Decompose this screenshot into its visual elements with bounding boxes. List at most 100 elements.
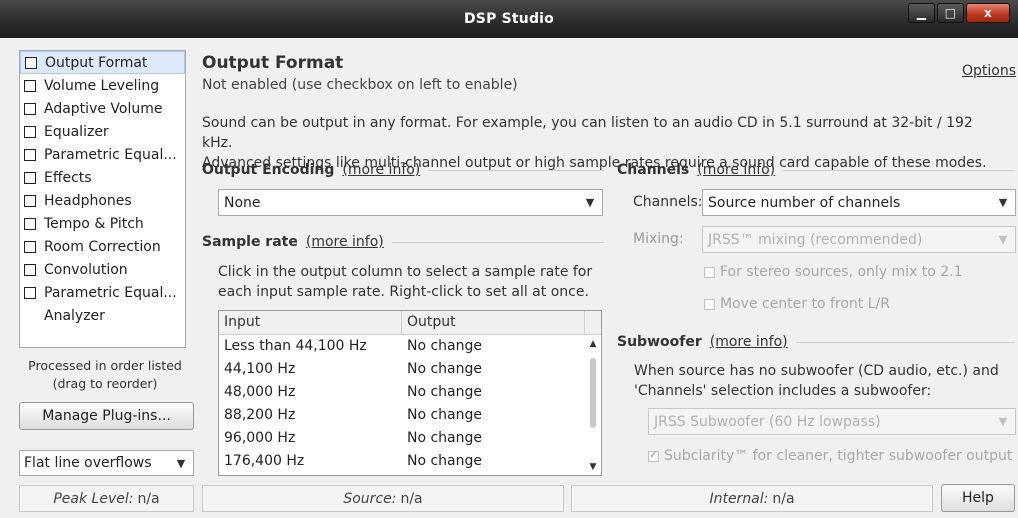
plugin-list-item-label: Volume Leveling bbox=[44, 77, 160, 94]
mixing-value: JRSS™ mixing (recommended) bbox=[708, 231, 923, 248]
chevron-down-icon[interactable]: ▼ bbox=[991, 227, 1015, 252]
chevron-down-icon[interactable]: ▼ bbox=[991, 409, 1015, 434]
overflow-mode-select[interactable]: Flat line overflows ▼ bbox=[19, 450, 194, 476]
mixing-label: Mixing: bbox=[633, 231, 684, 247]
subwoofer-more-info-link[interactable]: (more info) bbox=[710, 334, 788, 350]
subwoofer-select[interactable]: JRSS Subwoofer (60 Hz lowpass) ▼ bbox=[648, 408, 1016, 435]
plugin-enable-checkbox[interactable] bbox=[24, 194, 36, 207]
sample-rate-header: Sample rate (more info) bbox=[202, 234, 604, 250]
divider bbox=[391, 241, 604, 243]
output-rate-cell[interactable]: No change bbox=[402, 358, 585, 381]
plugin-enable-checkbox[interactable] bbox=[24, 263, 36, 276]
subclarity-checkbox[interactable] bbox=[648, 448, 659, 462]
description-line1: Sound can be output in any format. For e… bbox=[202, 115, 973, 151]
output-rate-cell[interactable]: No change bbox=[402, 404, 585, 427]
plugin-list-item-label: Parametric Equal... bbox=[44, 146, 177, 163]
plugin-enable-checkbox[interactable] bbox=[24, 79, 36, 92]
stereo-mix-checkbox[interactable] bbox=[704, 266, 715, 278]
output-rate-cell[interactable]: No change bbox=[402, 450, 585, 473]
plugin-list-item[interactable]: Effects bbox=[20, 166, 185, 189]
plugin-enable-checkbox[interactable] bbox=[24, 286, 36, 299]
scroll-up-icon[interactable]: ▲ bbox=[585, 336, 601, 352]
help-button[interactable]: Help bbox=[941, 484, 1015, 512]
plugin-list-item[interactable]: Output Format bbox=[20, 51, 185, 74]
table-row[interactable]: 96,000 Hz No change bbox=[219, 427, 601, 450]
subclarity-checkbox-row[interactable]: Subclarity™ for cleaner, tighter subwoof… bbox=[648, 448, 1012, 464]
channels-label: Channels: bbox=[633, 194, 703, 210]
chevron-down-icon[interactable]: ▼ bbox=[169, 451, 193, 475]
output-encoding-select[interactable]: None ▼ bbox=[218, 189, 603, 216]
plugin-list-item[interactable]: Volume Leveling bbox=[20, 74, 185, 97]
stereo-mix-label: For stereo sources, only mix to 2.1 bbox=[720, 264, 963, 280]
scroll-thumb[interactable] bbox=[590, 358, 596, 428]
peak-level-label: Peak Level: bbox=[53, 490, 134, 507]
chevron-down-icon[interactable]: ▼ bbox=[578, 190, 602, 215]
plugin-enable-checkbox[interactable] bbox=[24, 171, 36, 184]
output-encoding-more-info-link[interactable]: (more info) bbox=[342, 162, 420, 178]
channels-select[interactable]: Source number of channels ▼ bbox=[702, 189, 1016, 216]
subwoofer-desc-line1: When source has no subwoofer (CD audio, … bbox=[634, 363, 999, 379]
sample-rate-desc-line2: each input sample rate. Right-click to s… bbox=[218, 284, 589, 300]
channels-more-info-link[interactable]: (more info) bbox=[697, 162, 775, 178]
source-status: Source: n/a bbox=[202, 485, 564, 512]
plugin-list-item-label: Equalizer bbox=[44, 123, 109, 140]
scroll-down-icon[interactable]: ▼ bbox=[585, 459, 601, 475]
sample-rate-table[interactable]: Input Output Less than 44,100 Hz No chang… bbox=[218, 310, 602, 476]
sample-rate-description: Click in the output column to select a s… bbox=[218, 262, 598, 302]
subwoofer-description: When source has no subwoofer (CD audio, … bbox=[634, 361, 1004, 401]
divider bbox=[795, 341, 1015, 343]
table-scrollbar[interactable]: ▲ ▼ bbox=[585, 336, 601, 475]
plugin-enable-checkbox[interactable] bbox=[25, 56, 37, 69]
table-row[interactable]: 176,400 Hz No change bbox=[219, 450, 601, 473]
close-button[interactable]: x bbox=[966, 3, 1010, 23]
input-rate-cell: 176,400 Hz bbox=[224, 453, 305, 469]
plugin-list-item[interactable]: Convolution bbox=[20, 258, 185, 281]
plugin-list-item[interactable]: Room Correction bbox=[20, 235, 185, 258]
peak-level-status: Peak Level: n/a bbox=[19, 485, 194, 512]
plugin-enable-checkbox[interactable] bbox=[24, 217, 36, 230]
title-bar: DSP Studio ▁ □ x bbox=[0, 0, 1018, 38]
table-row[interactable]: 48,000 Hz No change bbox=[219, 381, 601, 404]
plugin-enable-checkbox[interactable] bbox=[24, 240, 36, 253]
channels-header: Channels (more info) bbox=[617, 162, 1015, 178]
plugin-enable-checkbox[interactable] bbox=[24, 102, 36, 115]
table-row[interactable]: 88,200 Hz No change bbox=[219, 404, 601, 427]
plugin-enable-checkbox[interactable] bbox=[24, 148, 36, 161]
output-rate-cell[interactable]: No change bbox=[402, 335, 585, 358]
output-rate-cell[interactable]: No change bbox=[402, 381, 585, 404]
plugin-list-item-label: Adaptive Volume bbox=[44, 100, 163, 117]
column-header-input[interactable]: Input bbox=[219, 311, 402, 334]
plugin-list-item[interactable]: Analyzer bbox=[20, 304, 185, 327]
table-header: Input Output bbox=[219, 311, 601, 335]
plugin-list[interactable]: Output Format Volume Leveling Adaptive Vol… bbox=[19, 50, 186, 348]
internal-label: Internal: bbox=[709, 490, 769, 507]
move-center-checkbox[interactable] bbox=[704, 298, 715, 310]
divider bbox=[428, 169, 604, 171]
move-center-checkbox-row[interactable]: Move center to front L/R bbox=[704, 296, 890, 312]
plugin-list-item[interactable]: Parametric Equal... bbox=[20, 143, 185, 166]
plugin-list-item[interactable]: Adaptive Volume bbox=[20, 97, 185, 120]
chevron-down-icon[interactable]: ▼ bbox=[991, 190, 1015, 215]
plugin-list-item-label: Room Correction bbox=[44, 238, 161, 255]
maximize-button[interactable]: □ bbox=[937, 3, 964, 23]
column-header-output[interactable]: Output bbox=[402, 311, 585, 334]
dsp-studio-window: DSP Studio ▁ □ x Output Format Volume Lev… bbox=[0, 0, 1018, 518]
plugin-list-item[interactable]: Equalizer bbox=[20, 120, 185, 143]
page-subtitle: Not enabled (use checkbox on left to ena… bbox=[202, 77, 518, 93]
plugin-list-item[interactable]: Parametric Equal... bbox=[20, 281, 185, 304]
table-row[interactable]: 44,100 Hz No change bbox=[219, 358, 601, 381]
page-title: Output Format bbox=[202, 53, 344, 73]
plugin-list-item[interactable]: Tempo & Pitch bbox=[20, 212, 185, 235]
stereo-mix-checkbox-row[interactable]: For stereo sources, only mix to 2.1 bbox=[704, 264, 963, 280]
manage-plugins-button[interactable]: Manage Plug-ins... bbox=[19, 402, 194, 430]
options-link[interactable]: Options bbox=[962, 63, 1016, 79]
sample-rate-more-info-link[interactable]: (more info) bbox=[306, 234, 384, 250]
source-value: n/a bbox=[400, 490, 423, 507]
plugin-list-item[interactable]: Headphones bbox=[20, 189, 185, 212]
table-row[interactable]: Less than 44,100 Hz No change bbox=[219, 335, 601, 358]
divider bbox=[783, 169, 1015, 171]
plugin-enable-checkbox[interactable] bbox=[24, 125, 36, 138]
output-rate-cell[interactable]: No change bbox=[402, 427, 585, 450]
mixing-select[interactable]: JRSS™ mixing (recommended) ▼ bbox=[702, 226, 1016, 253]
minimize-button[interactable]: ▁ bbox=[908, 3, 935, 23]
